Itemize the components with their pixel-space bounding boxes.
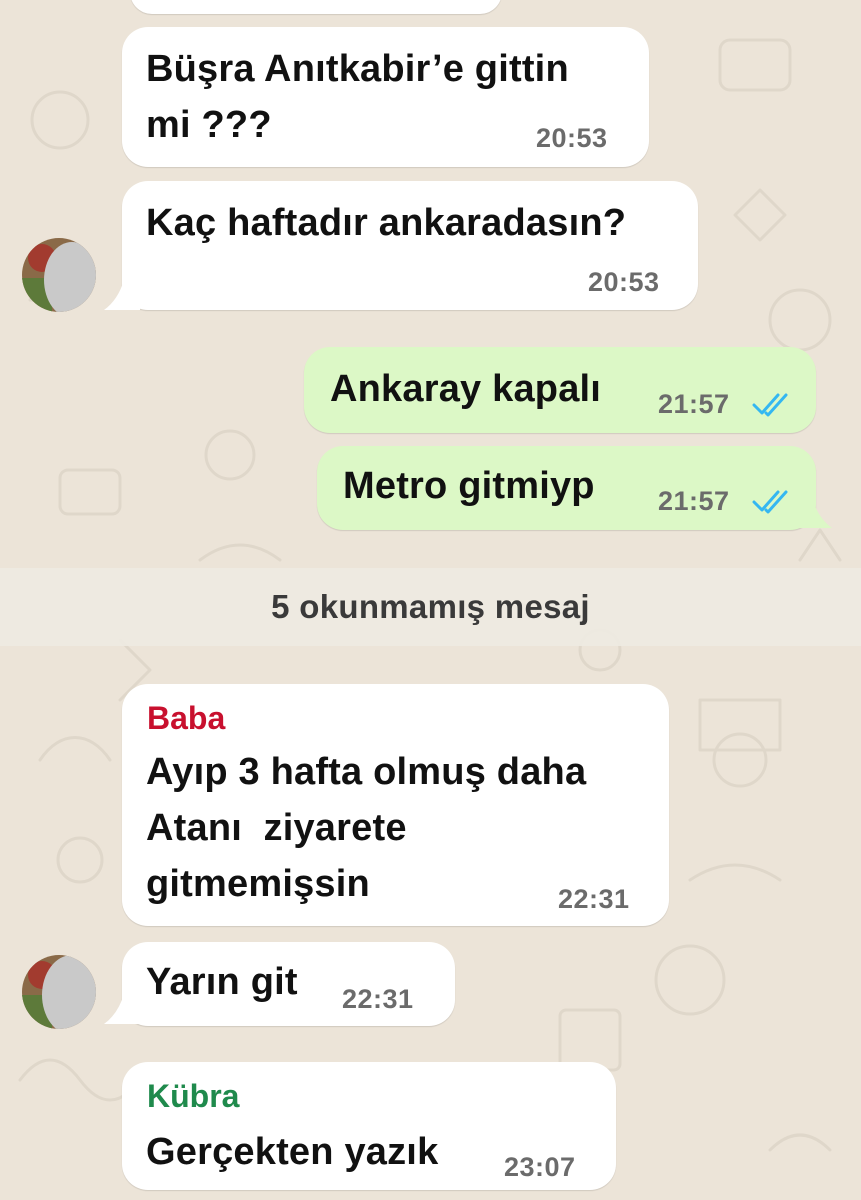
sender-name[interactable]: Kübra <box>147 1078 239 1115</box>
message-time: 22:31 <box>342 984 414 1014</box>
contact-avatar-icon <box>22 955 96 1029</box>
message-bubble[interactable]: Büşra Anıtkabir’e gittin mi ??? 20:53 <box>122 27 649 167</box>
sender-name[interactable]: Baba <box>147 700 225 737</box>
message-text: Metro gitmiyp <box>343 465 595 507</box>
bubble-tail <box>104 994 140 1024</box>
message-time: 22:31 <box>558 884 630 914</box>
message-text: Yarın git <box>146 961 298 1003</box>
double-check-icon <box>752 393 788 417</box>
message-text: Büşra Anıtkabir’e gittin <box>146 48 569 90</box>
message-text: Ankaray kapalı <box>330 368 602 410</box>
message-time: 20:53 <box>536 123 608 153</box>
contact-avatar[interactable] <box>22 238 96 312</box>
chat-area[interactable]: Büşra Anıtkabir’e gittin mi ??? 20:53 Ka… <box>0 0 861 1200</box>
message-bubble[interactable]: Kaç haftadır ankaradasın? 20:53 <box>122 181 698 310</box>
message-time: 21:57 <box>658 486 730 516</box>
message-bubble[interactable]: Kübra Gerçekten yazık 23:07 <box>122 1062 616 1190</box>
message-text: Ayıp 3 hafta olmuş daha <box>146 751 587 793</box>
message-text: mi ??? <box>146 104 272 146</box>
message-bubble-outgoing[interactable]: Metro gitmiyp 21:57 <box>317 446 816 530</box>
message-text: Kaç haftadır ankaradasın? <box>146 202 627 244</box>
double-check-icon <box>752 490 788 514</box>
message-text: Atanı ziyarete <box>146 807 407 849</box>
unread-messages-banner: 5 okunmamış mesaj <box>0 568 861 646</box>
contact-avatar-icon <box>22 238 96 312</box>
message-text: Gerçekten yazık <box>146 1131 439 1173</box>
message-time: 21:57 <box>658 389 730 419</box>
contact-avatar[interactable] <box>22 955 96 1029</box>
unread-messages-label: 5 okunmamış mesaj <box>271 588 590 625</box>
message-time: 20:53 <box>588 267 660 297</box>
message-bubble[interactable]: Yarın git 22:31 <box>122 942 455 1026</box>
message-text: gitmemişsin <box>146 863 370 905</box>
message-bubble-partial[interactable] <box>130 0 502 14</box>
message-bubble[interactable]: Baba Ayıp 3 hafta olmuş daha Atanı ziyar… <box>122 684 669 926</box>
message-time: 23:07 <box>504 1152 576 1182</box>
bubble-tail <box>104 280 140 310</box>
bubble-tail <box>800 498 832 528</box>
message-bubble-outgoing[interactable]: Ankaray kapalı 21:57 <box>304 347 816 433</box>
